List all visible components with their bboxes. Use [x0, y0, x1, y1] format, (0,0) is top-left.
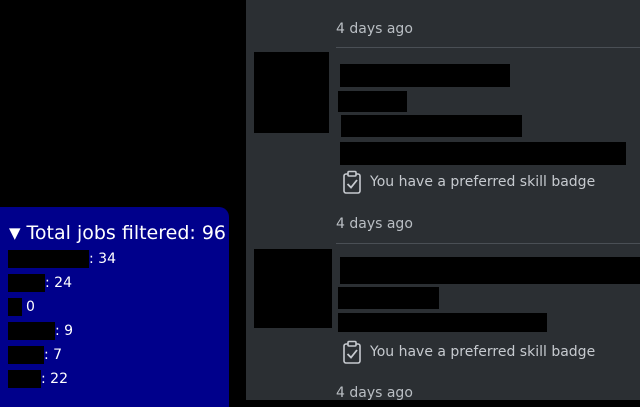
filter-count-row: : 22	[8, 369, 68, 389]
job-detail-redacted	[340, 142, 626, 165]
triangle-down-icon[interactable]: ▼	[9, 221, 21, 245]
job-location-redacted	[341, 115, 522, 137]
clipboard-check-icon	[343, 170, 361, 194]
filter-count: : 9	[55, 323, 74, 339]
filter-label-redacted	[8, 298, 22, 316]
badge-text: You have a preferred skill badge	[370, 344, 596, 360]
filter-summary-title: Total jobs filtered: 96	[26, 222, 227, 244]
filter-label-redacted	[8, 370, 41, 388]
filter-label-redacted	[8, 274, 45, 292]
preferred-skill-badge: You have a preferred skill badge	[342, 340, 595, 364]
preferred-skill-badge: You have a preferred skill badge	[342, 170, 595, 194]
company-name-redacted	[338, 287, 439, 309]
filter-count: : 24	[45, 275, 72, 291]
divider	[336, 243, 640, 244]
job-title-redacted[interactable]	[340, 257, 640, 284]
filter-label-redacted	[8, 322, 55, 340]
company-logo-redacted[interactable]	[254, 52, 329, 133]
filter-summary-toggle[interactable]: ▼ Total jobs filtered: 96	[9, 221, 226, 245]
badge-text: You have a preferred skill badge	[370, 174, 596, 190]
clipboard-check-icon	[343, 340, 361, 364]
job-title-redacted[interactable]	[340, 64, 510, 87]
job-location-redacted	[338, 313, 547, 332]
filter-count-row: : 34	[8, 249, 116, 269]
company-logo-redacted[interactable]	[254, 249, 332, 328]
filter-count: : 34	[89, 251, 116, 267]
job-posted-time: 4 days ago	[336, 385, 413, 400]
filter-count-row: : 24	[8, 273, 72, 293]
company-name-redacted	[338, 91, 407, 112]
filter-count-row: : 9	[8, 321, 73, 341]
job-feed[interactable]: 4 days ago You have a preferred skill ba…	[246, 0, 640, 400]
filter-label-redacted	[8, 250, 89, 268]
filter-count: : 7	[44, 347, 63, 363]
divider	[336, 47, 640, 48]
filter-count-row: : 7	[8, 345, 62, 365]
filter-count-row: 0	[8, 297, 35, 317]
filter-label-redacted	[8, 346, 44, 364]
job-posted-time: 4 days ago	[336, 21, 413, 37]
job-posted-time: 4 days ago	[336, 216, 413, 232]
filter-count: : 22	[41, 371, 68, 387]
filter-count: 0	[26, 299, 35, 315]
